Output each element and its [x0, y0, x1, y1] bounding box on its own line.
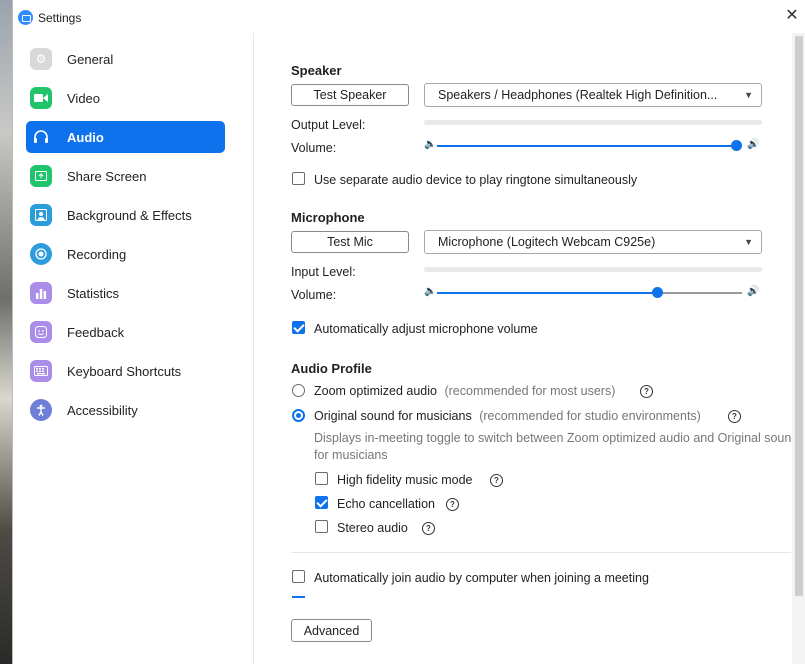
share-screen-icon — [30, 165, 52, 187]
chevron-down-icon: ▼ — [744, 237, 753, 247]
sidebar-item-video[interactable]: Video — [26, 82, 225, 114]
stereo-audio-label: Stereo audio — [337, 521, 408, 535]
help-icon[interactable]: ? — [728, 410, 741, 423]
help-icon[interactable]: ? — [640, 385, 653, 398]
speaker-volume-slider-thumb[interactable] — [731, 140, 742, 151]
high-fidelity-label: High fidelity music mode — [337, 473, 473, 487]
settings-window: Settings ✕ ⚙ General Video Audio Share S… — [12, 0, 805, 664]
close-icon[interactable]: ✕ — [784, 8, 800, 24]
audio-settings-panel: Speaker Test Speaker Speakers / Headphon… — [254, 33, 805, 664]
original-sound-option: Original sound for musicians (recommende… — [314, 409, 701, 423]
auto-adjust-mic-label: Automatically adjust microphone volume — [314, 322, 538, 336]
partially-hidden-checkbox[interactable] — [292, 596, 305, 598]
zoom-optimized-label: Zoom optimized audio — [314, 384, 437, 398]
sidebar-item-label: Video — [67, 90, 101, 106]
sidebar-item-background-effects[interactable]: Background & Effects — [26, 199, 225, 231]
original-sound-label: Original sound for musicians — [314, 409, 472, 423]
auto-adjust-mic-checkbox[interactable] — [292, 321, 305, 334]
original-sound-hint: (recommended for studio environments) — [479, 409, 701, 423]
section-divider — [291, 552, 791, 553]
sidebar-item-label: Share Screen — [67, 168, 147, 184]
input-level-meter — [424, 267, 762, 272]
sidebar-item-label: General — [67, 51, 114, 67]
record-icon — [30, 243, 52, 265]
bar-chart-icon — [30, 282, 52, 304]
sidebar-item-audio[interactable]: Audio — [26, 121, 225, 153]
mic-volume-fill — [437, 292, 657, 294]
sidebar-item-label: Statistics — [67, 285, 120, 301]
sidebar-item-share-screen[interactable]: Share Screen — [26, 160, 225, 192]
input-level-label: Input Level: — [291, 265, 356, 279]
ringtone-checkbox[interactable] — [292, 172, 305, 185]
smiley-icon — [30, 321, 52, 343]
sidebar-item-feedback[interactable]: Feedback — [26, 316, 225, 348]
test-speaker-button[interactable]: Test Speaker — [291, 84, 409, 106]
sidebar-item-recording[interactable]: Recording — [26, 238, 225, 270]
zoom-optimized-option: Zoom optimized audio (recommended for mo… — [314, 384, 615, 398]
sidebar-item-label: Audio — [67, 129, 104, 145]
volume-low-icon: 🔈 — [424, 286, 437, 297]
video-camera-icon — [30, 87, 52, 109]
microphone-section-title: Microphone — [291, 210, 365, 225]
sidebar-item-keyboard-shortcuts[interactable]: Keyboard Shortcuts — [26, 355, 225, 387]
speaker-section-title: Speaker — [291, 63, 342, 78]
sidebar-item-label: Accessibility — [67, 402, 138, 418]
zoom-app-icon — [18, 10, 33, 25]
speaker-device-select[interactable]: Speakers / Headphones (Realtek High Defi… — [424, 83, 762, 107]
echo-cancellation-checkbox[interactable] — [315, 496, 328, 509]
headphones-icon — [30, 126, 52, 148]
sidebar-item-accessibility[interactable]: Accessibility — [26, 394, 225, 426]
sidebar-item-statistics[interactable]: Statistics — [26, 277, 225, 309]
volume-high-icon: 🔊 — [747, 286, 760, 297]
title-bar: Settings ✕ — [13, 0, 805, 33]
speaker-device-value: Speakers / Headphones (Realtek High Defi… — [438, 88, 718, 102]
keyboard-icon — [30, 360, 52, 382]
microphone-device-select[interactable]: Microphone (Logitech Webcam C925e) ▼ — [424, 230, 762, 254]
speaker-volume-label: Volume: — [291, 141, 337, 155]
accessibility-icon — [30, 399, 52, 421]
zoom-optimized-hint: (recommended for most users) — [444, 384, 616, 398]
high-fidelity-checkbox[interactable] — [315, 472, 328, 485]
sidebar-item-label: Background & Effects — [67, 207, 192, 223]
scrollbar-thumb[interactable] — [795, 36, 803, 596]
original-sound-radio[interactable] — [292, 409, 305, 422]
volume-high-icon: 🔊 — [747, 139, 760, 150]
sidebar-item-label: Recording — [67, 246, 127, 262]
sidebar-item-label: Keyboard Shortcuts — [67, 363, 182, 379]
advanced-button[interactable]: Advanced — [291, 619, 372, 642]
original-sound-description: Displays in-meeting toggle to switch bet… — [314, 431, 799, 462]
zoom-optimized-radio[interactable] — [292, 384, 305, 397]
auto-join-audio-label: Automatically join audio by computer whe… — [314, 571, 649, 585]
output-level-meter — [424, 120, 762, 125]
speaker-volume-fill — [437, 145, 736, 147]
help-icon[interactable]: ? — [490, 474, 503, 487]
mic-volume-slider-thumb[interactable] — [652, 287, 663, 298]
output-level-label: Output Level: — [291, 118, 366, 132]
window-title: Settings — [38, 11, 82, 25]
stereo-audio-checkbox[interactable] — [315, 520, 328, 533]
sidebar-item-general[interactable]: ⚙ General — [26, 43, 225, 75]
gear-icon: ⚙ — [30, 48, 52, 70]
help-icon[interactable]: ? — [446, 498, 459, 511]
volume-low-icon: 🔈 — [424, 139, 437, 150]
echo-cancellation-label: Echo cancellation — [337, 497, 435, 511]
ringtone-label: Use separate audio device to play ringto… — [314, 173, 638, 187]
settings-sidebar: ⚙ General Video Audio Share Screen Backg… — [13, 33, 254, 664]
audio-profile-section-title: Audio Profile — [291, 361, 372, 376]
microphone-device-value: Microphone (Logitech Webcam C925e) — [438, 235, 656, 249]
test-mic-button[interactable]: Test Mic — [291, 231, 409, 253]
mic-volume-label: Volume: — [291, 288, 337, 302]
person-background-icon — [30, 204, 52, 226]
chevron-down-icon: ▼ — [744, 90, 753, 100]
sidebar-item-label: Feedback — [67, 324, 125, 340]
auto-join-audio-checkbox[interactable] — [292, 570, 305, 583]
help-icon[interactable]: ? — [422, 522, 435, 535]
